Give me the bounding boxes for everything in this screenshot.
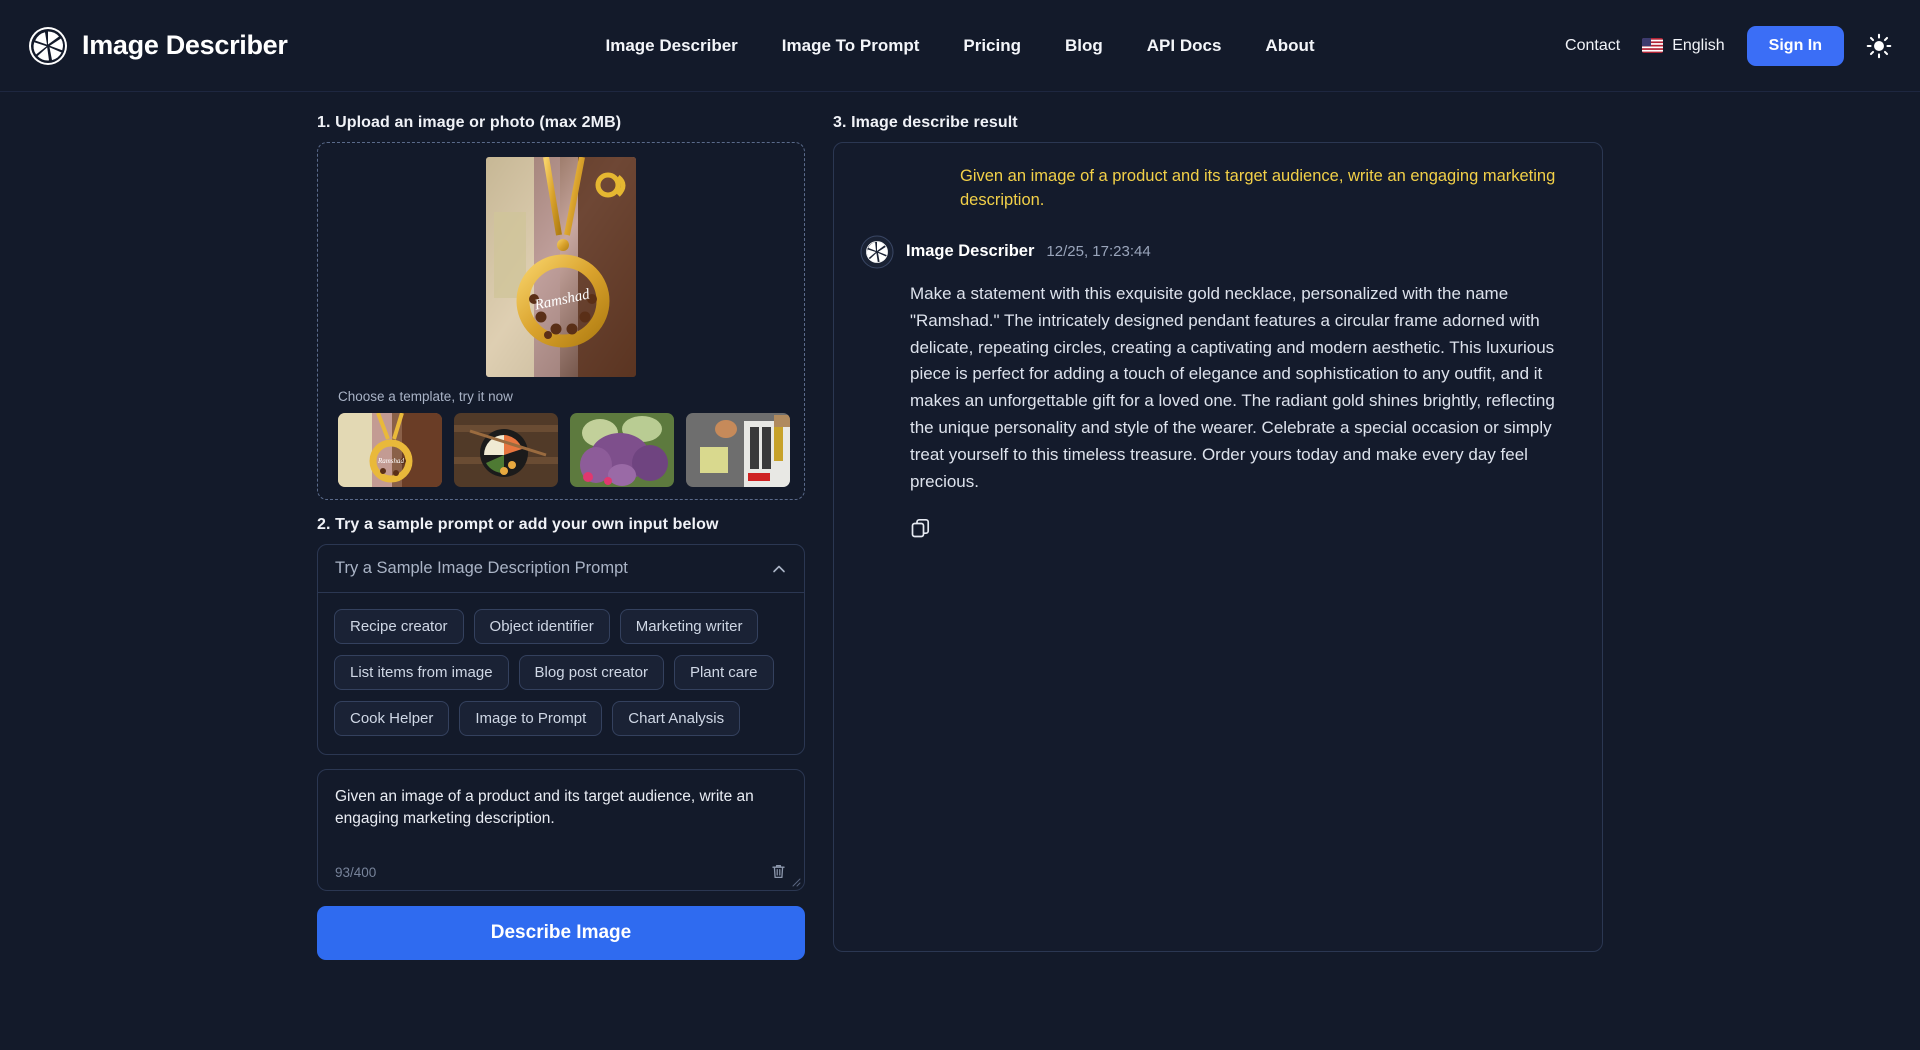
template-hint-label: Choose a template, try it now [338, 389, 513, 404]
nav-item-image-describer[interactable]: Image Describer [605, 36, 737, 56]
bot-message-header: Image Describer 12/25, 17:23:44 [860, 235, 1576, 269]
preview-container: Ramshad [330, 157, 792, 377]
main-navigation: Image Describer Image To Prompt Pricing … [605, 36, 1314, 56]
sample-prompt-panel: Try a Sample Image Description Prompt Re… [317, 544, 805, 755]
brand-name: Image Describer [82, 30, 288, 60]
aperture-icon [29, 26, 67, 65]
template-thumb-egg-udon[interactable] [686, 413, 790, 487]
prompt-textarea-wrapper[interactable]: Given an image of a product and its targ… [317, 769, 805, 891]
upload-step-label: 1. Upload an image or photo (max 2MB) [317, 114, 622, 131]
contact-link[interactable]: Contact [1565, 37, 1620, 55]
nav-item-api-docs[interactable]: API Docs [1147, 36, 1222, 56]
main-content: 1. Upload an image or photo (max 2MB) Ra… [0, 92, 1920, 960]
uploaded-image-preview[interactable]: Ramshad [486, 157, 636, 377]
chip-marketing-writer[interactable]: Marketing writer [619, 609, 759, 644]
sample-prompt-dropdown[interactable]: Try a Sample Image Description Prompt [318, 545, 804, 593]
chip-list-items-from-image[interactable]: List items from image [334, 655, 509, 690]
template-thumb-salmon-bowl[interactable] [454, 413, 558, 487]
chip-object-identifier[interactable]: Object identifier [473, 609, 610, 644]
bot-response-text: Make a statement with this exquisite gol… [910, 283, 1555, 491]
prompt-input[interactable]: Given an image of a product and its targ… [335, 786, 787, 863]
chip-plant-care[interactable]: Plant care [673, 655, 774, 690]
trash-icon[interactable] [770, 863, 787, 880]
template-thumb-purple-plant[interactable] [570, 413, 674, 487]
us-flag-icon [1642, 38, 1664, 53]
brand-logo-group[interactable]: Image Describer [28, 26, 288, 66]
result-card: Given an image of a product and its targ… [833, 142, 1603, 952]
result-step-label: 3. Image describe result [833, 114, 1018, 131]
chip-recipe-creator[interactable]: Recipe creator [334, 609, 464, 644]
prompt-footer: 93/400 [335, 863, 787, 880]
sample-prompt-dropdown-label: Try a Sample Image Description Prompt [335, 559, 628, 577]
template-thumbnail-row: Ramshad [330, 413, 792, 487]
right-panel: 3. Image describe result Given an image … [833, 114, 1603, 960]
sign-in-button[interactable]: Sign In [1746, 25, 1844, 66]
describe-image-button[interactable]: Describe Image [317, 906, 805, 960]
left-panel: 1. Upload an image or photo (max 2MB) Ra… [317, 114, 805, 960]
sun-icon[interactable] [1866, 33, 1892, 59]
nav-item-pricing[interactable]: Pricing [963, 36, 1021, 56]
textarea-resize-handle[interactable] [791, 877, 801, 887]
sample-prompt-chip-list: Recipe creator Object identifier Marketi… [318, 593, 804, 754]
nav-item-about[interactable]: About [1265, 36, 1314, 56]
copy-icon[interactable] [910, 518, 931, 539]
aperture-avatar-icon [860, 235, 894, 269]
chip-image-to-prompt[interactable]: Image to Prompt [459, 701, 603, 736]
svg-text:Ramshad: Ramshad [377, 457, 405, 465]
header-actions: Contact English Sign In [1565, 25, 1892, 66]
language-label: English [1672, 36, 1725, 54]
template-thumb-gold-necklace[interactable]: Ramshad [338, 413, 442, 487]
echoed-user-prompt: Given an image of a product and its targ… [960, 167, 1556, 209]
prompt-step-label: 2. Try a sample prompt or add your own i… [317, 516, 719, 533]
nav-item-blog[interactable]: Blog [1065, 36, 1103, 56]
chip-blog-post-creator[interactable]: Blog post creator [518, 655, 664, 690]
response-timestamp: 12/25, 17:23:44 [1046, 243, 1151, 261]
chevron-up-icon [773, 565, 785, 572]
language-selector[interactable]: English [1642, 36, 1725, 55]
chip-cook-helper[interactable]: Cook Helper [334, 701, 450, 736]
top-header: Image Describer Image Describer Image To… [0, 0, 1920, 92]
character-counter: 93/400 [335, 865, 377, 880]
upload-dropzone[interactable]: Ramshad Choose a template, try it now Ra… [317, 142, 805, 500]
nav-item-image-to-prompt[interactable]: Image To Prompt [782, 36, 920, 56]
bot-name: Image Describer [906, 242, 1035, 261]
chip-chart-analysis[interactable]: Chart Analysis [612, 701, 741, 736]
